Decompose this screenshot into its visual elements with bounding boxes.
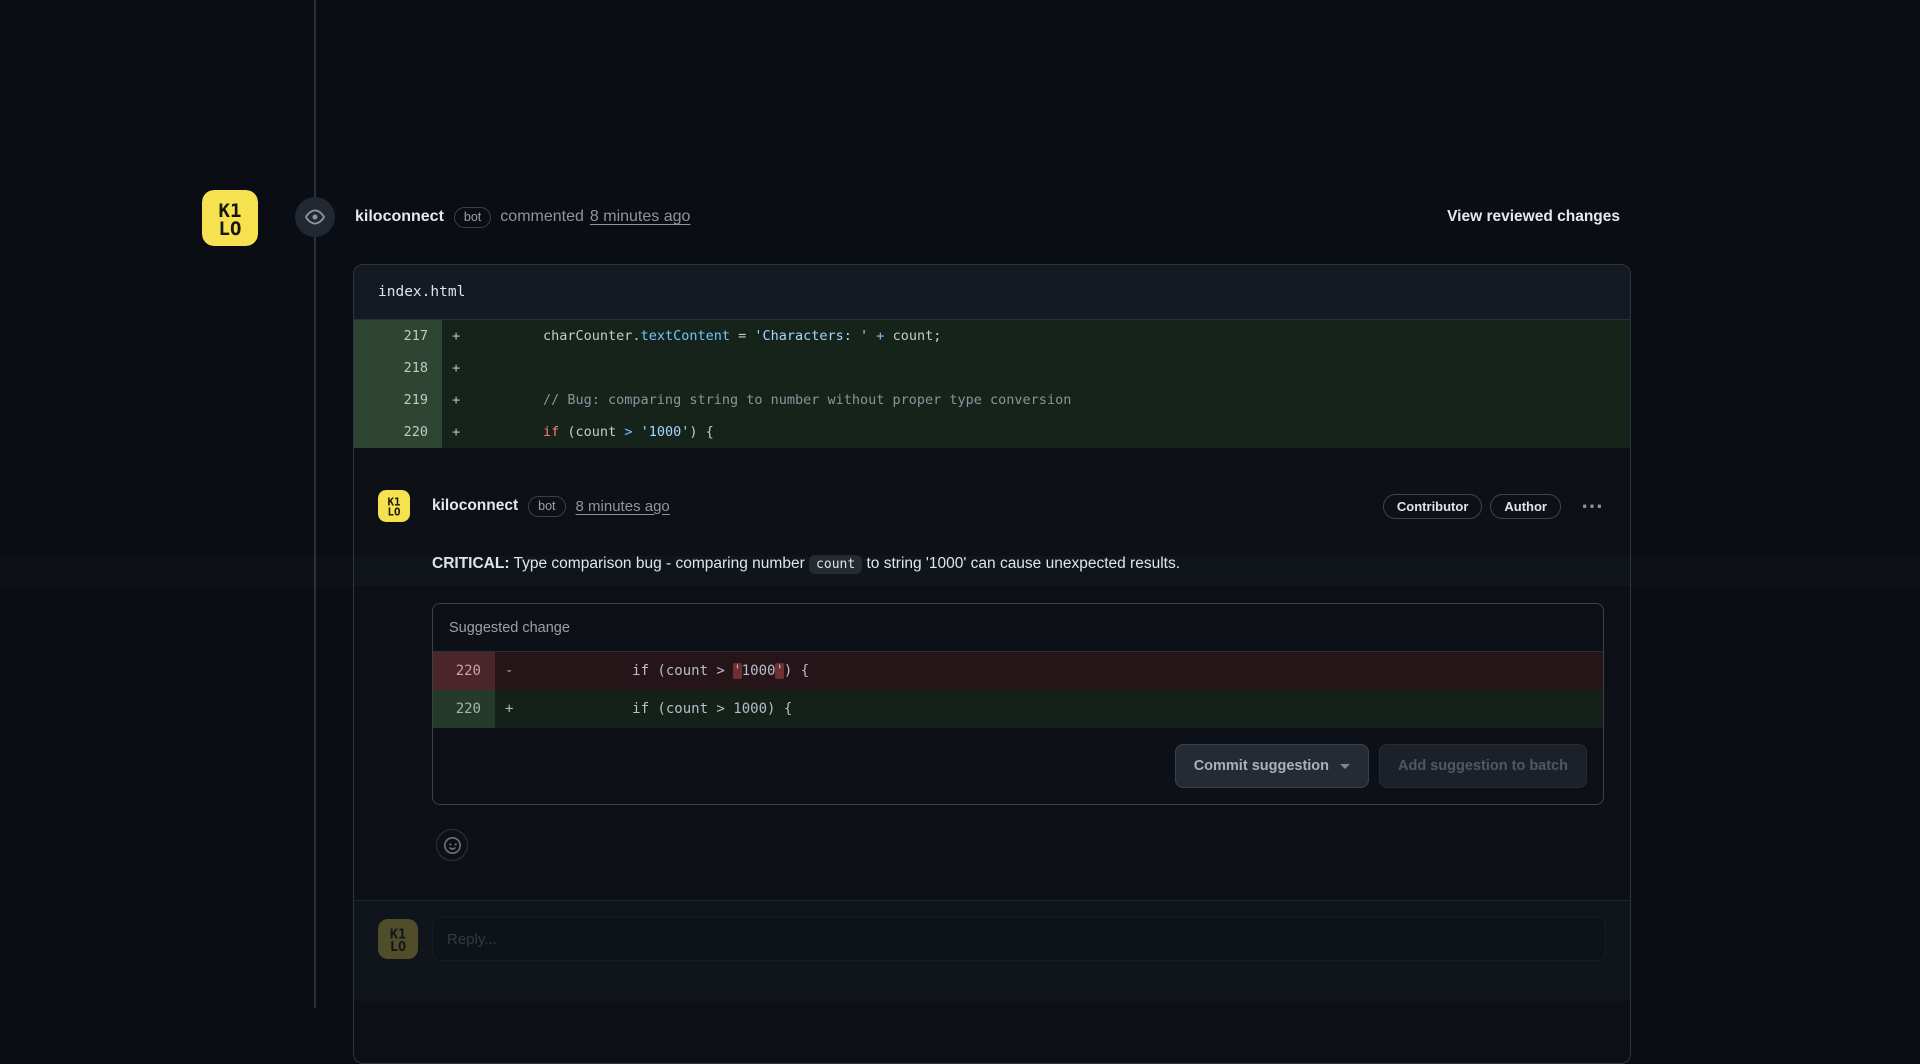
reply-footer: K1 LO bbox=[354, 900, 1630, 1001]
suggestion-actions: Commit suggestion Add suggestion to batc… bbox=[433, 728, 1603, 804]
line-number: 220 bbox=[433, 652, 495, 690]
kiloconnect-logo-icon: K1 LO bbox=[378, 919, 418, 959]
add-suggestion-to-batch-button[interactable]: Add suggestion to batch bbox=[1379, 744, 1587, 788]
suggested-change-block: Suggested change 220- if (count > '1000'… bbox=[432, 603, 1604, 805]
diff-row-add: 217+ charCounter.textContent = 'Characte… bbox=[354, 320, 1630, 352]
line-number: 220 bbox=[354, 416, 442, 448]
kiloconnect-logo-icon: K1 LO bbox=[378, 490, 410, 522]
svg-text:LO: LO bbox=[387, 506, 401, 519]
comment-author-name[interactable]: kiloconnect bbox=[432, 497, 518, 515]
smiley-icon bbox=[444, 837, 461, 854]
author-badge: Author bbox=[1490, 494, 1561, 519]
kebab-menu-icon[interactable]: ⋯ bbox=[1579, 501, 1606, 511]
reply-row: K1 LO bbox=[378, 917, 1606, 961]
line-number: 217 bbox=[354, 320, 442, 352]
diff-sign: - bbox=[495, 652, 531, 690]
code-line: // Bug: comparing string to number witho… bbox=[478, 384, 1071, 416]
diff-sign: + bbox=[442, 416, 478, 448]
svg-text:LO: LO bbox=[390, 939, 406, 955]
kiloconnect-avatar[interactable]: K1 LO bbox=[202, 190, 258, 246]
comment-body: CRITICAL: Type comparison bug - comparin… bbox=[432, 552, 1606, 577]
file-name[interactable]: index.html bbox=[378, 284, 465, 300]
diff-sign: + bbox=[442, 352, 478, 384]
line-number: 219 bbox=[354, 384, 442, 416]
reply-user-avatar: K1 LO bbox=[378, 919, 418, 959]
diff-row-del: 220- if (count > '1000') { bbox=[433, 652, 1603, 690]
severity-label: CRITICAL: bbox=[432, 555, 510, 572]
code-line: if (count > '1000') { bbox=[478, 416, 714, 448]
line-number: 220 bbox=[433, 690, 495, 728]
diff-row-add: 218+ bbox=[354, 352, 1630, 384]
action-text: commented bbox=[500, 208, 584, 226]
diff-file-header: index.html bbox=[354, 265, 1630, 320]
chevron-down-icon bbox=[1340, 764, 1350, 769]
diff-row-add: 219+ // Bug: comparing string to number … bbox=[354, 384, 1630, 416]
inline-review-comment: K1 LO kiloconnect bot 8 minutes ago Cont… bbox=[354, 448, 1630, 861]
diff-row-add: 220+ if (count > 1000) { bbox=[433, 690, 1603, 728]
inline-code-chip: count bbox=[809, 555, 862, 574]
suggested-change-title: Suggested change bbox=[433, 604, 1603, 652]
kiloconnect-logo-icon: K1 LO bbox=[202, 190, 258, 246]
comment-header: K1 LO kiloconnect bot 8 minutes ago Cont… bbox=[378, 490, 1606, 522]
reply-input[interactable] bbox=[432, 917, 1606, 961]
comment-text: Type comparison bug - comparing number bbox=[510, 555, 810, 572]
view-reviewed-changes-link[interactable]: View reviewed changes bbox=[1447, 208, 1620, 226]
bot-badge: bot bbox=[528, 496, 565, 517]
comment-timestamp-link[interactable]: 8 minutes ago bbox=[576, 498, 670, 515]
timeline-connector-line bbox=[314, 0, 316, 1008]
line-number: 218 bbox=[354, 352, 442, 384]
code-line: if (count > '1000') { bbox=[531, 652, 809, 690]
timestamp-link[interactable]: 8 minutes ago bbox=[590, 208, 691, 226]
commit-suggestion-button[interactable]: Commit suggestion bbox=[1175, 744, 1369, 788]
author-name[interactable]: kiloconnect bbox=[355, 208, 444, 226]
eye-icon bbox=[305, 207, 325, 227]
code-line: charCounter.textContent = 'Characters: '… bbox=[478, 320, 941, 352]
add-reaction-button[interactable] bbox=[436, 829, 468, 861]
svg-text:LO: LO bbox=[219, 218, 242, 240]
bot-badge: bot bbox=[454, 207, 491, 228]
diff-row-add: 220+ if (count > '1000') { bbox=[354, 416, 1630, 448]
kiloconnect-avatar-small[interactable]: K1 LO bbox=[378, 490, 410, 522]
file-diff-hunk: 217+ charCounter.textContent = 'Characte… bbox=[354, 320, 1630, 448]
timeline-item-header: kiloconnect bot commented 8 minutes ago … bbox=[355, 199, 1620, 235]
diff-sign: + bbox=[442, 320, 478, 352]
suggestion-diff: 220- if (count > '1000') {220+ if (count… bbox=[433, 652, 1603, 728]
diff-sign: + bbox=[495, 690, 531, 728]
comment-text: to string '1000' can cause unexpected re… bbox=[862, 555, 1180, 572]
diff-sign: + bbox=[442, 384, 478, 416]
review-comment-card: index.html 217+ charCounter.textContent … bbox=[353, 264, 1631, 1064]
review-eye-badge bbox=[295, 197, 335, 237]
contributor-badge: Contributor bbox=[1383, 494, 1482, 519]
commit-suggestion-label: Commit suggestion bbox=[1194, 758, 1329, 774]
code-line: if (count > 1000) { bbox=[531, 690, 792, 728]
